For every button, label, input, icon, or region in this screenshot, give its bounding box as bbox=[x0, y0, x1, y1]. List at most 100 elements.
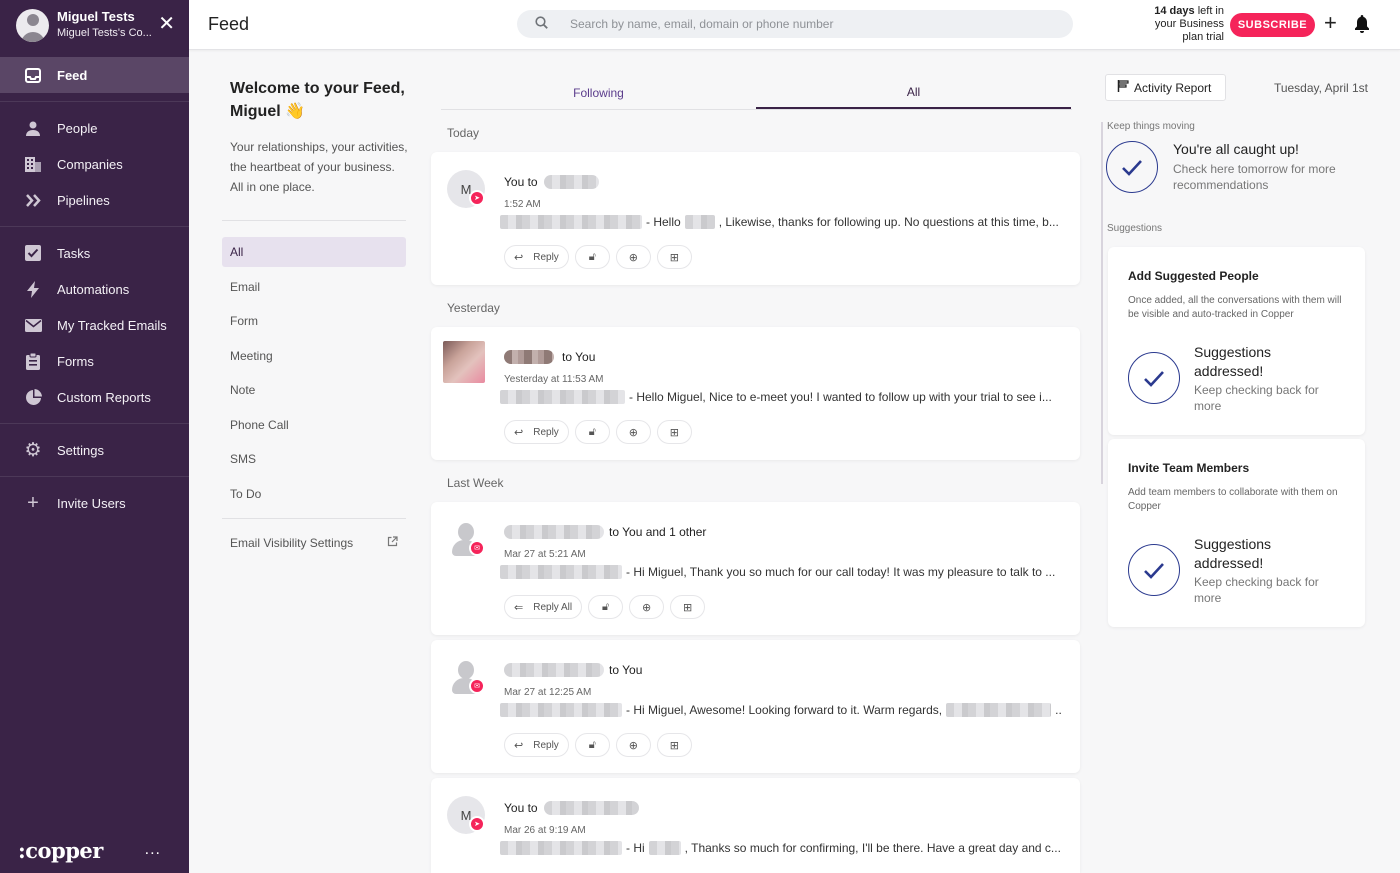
reply-all-icon: ⇐ bbox=[514, 601, 524, 614]
suggestion-card-invite[interactable]: Invite Team Members Add team members to … bbox=[1108, 439, 1365, 627]
sidebar-item-label: People bbox=[57, 120, 98, 136]
add-comment-icon: ⊞ bbox=[683, 601, 693, 614]
add-note-button[interactable]: ⊞ bbox=[656, 420, 692, 444]
search-bar[interactable] bbox=[517, 10, 1073, 38]
card-header: to You and 1 other bbox=[504, 525, 706, 539]
search-icon bbox=[535, 16, 548, 32]
filter-email[interactable]: Email bbox=[222, 272, 406, 302]
sidebar-item-companies[interactable]: Companies bbox=[0, 146, 189, 182]
tab-all[interactable]: All bbox=[756, 76, 1071, 109]
activity-report-button[interactable]: Activity Report bbox=[1105, 74, 1226, 101]
reply-label: Reply bbox=[533, 251, 559, 263]
sidebar-item-people[interactable]: People bbox=[0, 110, 189, 146]
card-preview: - Hi Miguel, Thank you so much for our c… bbox=[500, 565, 1062, 579]
visibility-button[interactable]: 🔓︎ bbox=[574, 733, 610, 757]
reply-button[interactable]: ↩ Reply bbox=[504, 420, 569, 444]
feed-card[interactable]: ✉ to You Mar 27 at 12:25 AM - Hi Miguel,… bbox=[431, 640, 1080, 773]
close-icon[interactable]: ✕ bbox=[158, 14, 175, 34]
card-header: You to bbox=[504, 175, 599, 189]
reply-button[interactable]: ↩ Reply bbox=[504, 245, 569, 269]
add-note-button[interactable]: ⊞ bbox=[656, 733, 692, 757]
trial-notice: 14 days left in your Business plan trial bbox=[1129, 5, 1224, 44]
sidebar-item-automations[interactable]: Automations bbox=[0, 271, 189, 307]
card-header: You to bbox=[504, 801, 639, 815]
gear-icon: ⚙ bbox=[24, 439, 42, 461]
add-task-button[interactable]: ⊕ bbox=[615, 733, 651, 757]
feed-card[interactable]: M ➤ You to 1:52 AM - Hello , Likewise, t… bbox=[431, 152, 1080, 285]
filter-sms[interactable]: SMS bbox=[222, 444, 406, 474]
redacted-name bbox=[543, 175, 599, 189]
card-prefix: You to bbox=[504, 175, 538, 189]
subscribe-button[interactable]: SUBSCRIBE bbox=[1230, 13, 1315, 37]
avatar[interactable] bbox=[16, 8, 49, 42]
sidebar-item-pipelines[interactable]: Pipelines bbox=[0, 182, 189, 218]
card-actions: ↩ Reply 🔓︎ ⊕ ⊞ bbox=[504, 420, 692, 444]
add-note-button[interactable]: ⊞ bbox=[670, 595, 706, 619]
email-visibility-label: Email Visibility Settings bbox=[230, 536, 354, 550]
suggestion-card-people[interactable]: Add Suggested People Once added, all the… bbox=[1108, 247, 1365, 435]
user-menu[interactable]: Miguel Tests Miguel Tests's Co... ✕ bbox=[0, 0, 189, 50]
filter-all[interactable]: All bbox=[222, 237, 406, 267]
caught-up-subtitle: Check here tomorrow for more recommendat… bbox=[1173, 162, 1336, 192]
search-input[interactable] bbox=[570, 17, 1050, 31]
feed-card[interactable]: to You Yesterday at 11:53 AM - Hello Mig… bbox=[431, 327, 1080, 460]
reply-icon: ↩ bbox=[514, 739, 524, 752]
card-actions: ↩ Reply 🔓︎ ⊕ ⊞ bbox=[504, 733, 692, 757]
redacted-text bbox=[684, 215, 715, 229]
redacted-text bbox=[500, 565, 622, 579]
divider bbox=[0, 226, 189, 227]
redacted-text bbox=[946, 703, 1052, 717]
visibility-button[interactable]: 🔓︎ bbox=[588, 595, 624, 619]
welcome-title: Welcome to your Feed, Miguel 👋 bbox=[230, 80, 405, 120]
card-suffix: to You bbox=[609, 663, 643, 677]
more-menu-icon[interactable]: ... bbox=[145, 841, 161, 859]
card-preview-text: ... bbox=[1055, 703, 1062, 717]
card-preview: - Hello Miguel, Nice to e-meet you! I wa… bbox=[500, 390, 1062, 404]
bell-icon[interactable] bbox=[1354, 15, 1372, 35]
card-preview-text: - Hi Miguel, Awesome! Looking forward to… bbox=[626, 703, 943, 717]
add-icon[interactable]: + bbox=[1324, 10, 1337, 36]
sidebar-item-tracked-emails[interactable]: My Tracked Emails bbox=[0, 307, 189, 343]
redacted-name bbox=[543, 801, 639, 815]
visibility-button[interactable]: 🔓︎ bbox=[574, 245, 610, 269]
sidebar-item-label: Pipelines bbox=[57, 192, 110, 208]
feed-card[interactable]: ✉ to You and 1 other Mar 27 at 5:21 AM -… bbox=[431, 502, 1080, 635]
sidebar-item-custom-reports[interactable]: Custom Reports bbox=[0, 379, 189, 415]
tab-following[interactable]: Following bbox=[441, 76, 756, 109]
filter-phone-call[interactable]: Phone Call bbox=[222, 410, 406, 440]
card-actions: ↩ Reply 🔓︎ ⊕ ⊞ bbox=[504, 245, 692, 269]
sidebar-item-settings[interactable]: ⚙ Settings bbox=[0, 432, 189, 468]
filter-note[interactable]: Note bbox=[222, 375, 406, 405]
feed-card[interactable]: M ➤ You to Mar 26 at 9:19 AM - Hi , Than… bbox=[431, 778, 1080, 873]
visibility-button[interactable]: 🔓︎ bbox=[574, 420, 610, 444]
sidebar-item-tasks[interactable]: Tasks bbox=[0, 235, 189, 271]
add-task-button[interactable]: ⊕ bbox=[629, 595, 665, 619]
email-visibility-settings-link[interactable]: Email Visibility Settings bbox=[222, 528, 406, 558]
lock-icon: 🔓︎ bbox=[588, 250, 596, 263]
add-task-button[interactable]: ⊕ bbox=[615, 420, 651, 444]
sidebar-item-invite-users[interactable]: + Invite Users bbox=[0, 485, 189, 521]
filter-todo[interactable]: To Do bbox=[222, 479, 406, 509]
reply-button[interactable]: ↩ Reply bbox=[504, 733, 569, 757]
add-note-button[interactable]: ⊞ bbox=[656, 245, 692, 269]
card-preview-text: - Hello Miguel, Nice to e-meet you! I wa… bbox=[629, 390, 1052, 404]
external-link-icon bbox=[387, 536, 398, 550]
filter-meeting[interactable]: Meeting bbox=[222, 341, 406, 371]
card-timestamp: 1:52 AM bbox=[504, 199, 541, 210]
reply-all-button[interactable]: ⇐ Reply All bbox=[504, 595, 583, 619]
sidebar: Miguel Tests Miguel Tests's Co... ✕ Feed… bbox=[0, 0, 189, 873]
card-actions: ⇐ Reply All 🔓︎ ⊕ ⊞ bbox=[504, 595, 706, 619]
add-task-button[interactable]: ⊕ bbox=[615, 245, 651, 269]
sidebar-item-forms[interactable]: Forms bbox=[0, 343, 189, 379]
trial-text: your Business bbox=[1154, 18, 1224, 30]
copper-logo: :copper bbox=[18, 838, 103, 863]
add-comment-icon: ⊞ bbox=[669, 251, 679, 264]
sidebar-item-label: Forms bbox=[57, 353, 94, 369]
card-suffix: to You and 1 other bbox=[609, 525, 707, 539]
feed-tabs: Following All bbox=[441, 76, 1072, 110]
card-preview: - Hi Miguel, Awesome! Looking forward to… bbox=[500, 703, 1062, 717]
add-comment-icon: ⊞ bbox=[669, 426, 679, 439]
filter-form[interactable]: Form bbox=[222, 306, 406, 336]
sidebar-item-feed[interactable]: Feed bbox=[0, 57, 189, 93]
sidebar-item-label: Companies bbox=[57, 156, 123, 172]
